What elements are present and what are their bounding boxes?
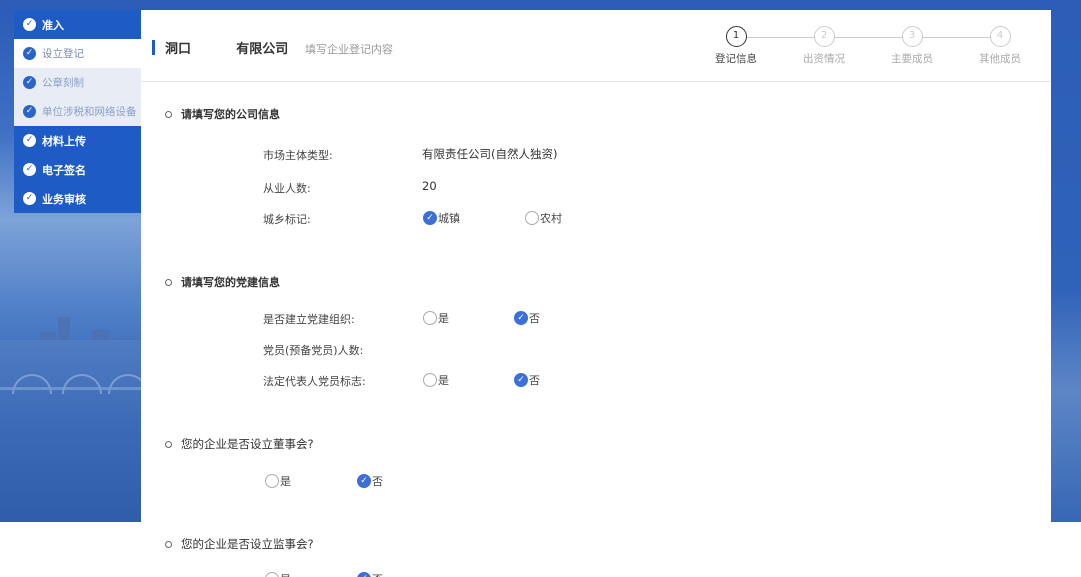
step-4[interactable]: 4 其他成员 xyxy=(965,26,1035,66)
sidebar-item-establish-registration[interactable]: ✓ 设立登记 xyxy=(14,39,141,68)
step-3[interactable]: 3 主要成员 xyxy=(877,26,947,66)
check-radio-icon: ✓ xyxy=(423,211,437,225)
rural-radio[interactable]: 农村 xyxy=(525,210,562,226)
radio-label: 是 xyxy=(280,475,291,488)
step-number: 3 xyxy=(901,26,923,47)
check-circle-icon: ✓ xyxy=(23,192,36,205)
check-radio-icon: ✓ xyxy=(357,474,371,488)
sidebar-item-seal-engraving[interactable]: ✓ 公章刻制 xyxy=(14,68,141,97)
radio-circle-icon xyxy=(525,211,539,225)
section-supervisory: 您的企业是否设立监事会? xyxy=(165,536,314,552)
sidebar-item-label: 单位涉税和网络设备 xyxy=(42,106,137,118)
radio-label: 否 xyxy=(529,374,540,387)
radio-label: 是 xyxy=(438,374,449,387)
party-org-yes-radio[interactable]: 是 xyxy=(423,310,449,326)
bullet-icon xyxy=(165,110,172,118)
board-no-radio[interactable]: ✓ 否 xyxy=(357,473,383,489)
radio-circle-icon xyxy=(423,311,437,325)
title-accent-bar xyxy=(152,40,155,55)
sidebar-item-e-signature[interactable]: ✓ 电子签名 xyxy=(14,155,141,184)
supervisory-question: 您的企业是否设立监事会? xyxy=(181,537,314,551)
radio-label: 是 xyxy=(280,571,291,577)
sidebar-item-upload-materials[interactable]: ✓ 材料上传 xyxy=(14,126,141,155)
check-circle-icon: ✓ xyxy=(23,105,36,118)
step-number: 2 xyxy=(813,26,835,47)
party-org-label: 是否建立党建组织: xyxy=(263,313,355,326)
section-board: 您的企业是否设立董事会? xyxy=(165,436,314,452)
urban-radio[interactable]: ✓ 城镇 xyxy=(423,210,460,226)
check-radio-icon: ✓ xyxy=(357,572,371,577)
party-org-no-radio[interactable]: ✓ 否 xyxy=(514,310,540,326)
radio-circle-icon xyxy=(265,572,279,577)
step-2[interactable]: 2 出资情况 xyxy=(789,26,859,66)
supervisory-no-radio[interactable]: ✓ 否 xyxy=(357,571,383,577)
check-circle-icon: ✓ xyxy=(23,134,36,147)
market-type-label: 市场主体类型: xyxy=(263,149,333,162)
sidebar-item-label: 公章刻制 xyxy=(42,77,84,89)
sidebar-item-label: 准入 xyxy=(42,18,64,32)
radio-label: 农村 xyxy=(540,212,562,225)
sidebar-item-label: 材料上传 xyxy=(42,134,86,148)
radio-label: 否 xyxy=(372,475,383,488)
step-1[interactable]: 1 登记信息 xyxy=(701,26,771,66)
check-radio-icon: ✓ xyxy=(514,373,528,387)
main-panel: 洞口 有限公司 填写企业登记内容 1 登记信息 2 出资情况 3 主要成员 4 … xyxy=(141,10,1051,577)
radio-circle-icon xyxy=(265,474,279,488)
sidebar-item-label: 业务审核 xyxy=(42,192,86,206)
section-company-info: 请填写您的公司信息 xyxy=(165,106,280,122)
check-circle-icon: ✓ xyxy=(23,76,36,89)
urban-rural-label: 城乡标记: xyxy=(263,213,311,226)
market-type-value: 有限责任公司(自然人独资) xyxy=(422,147,558,161)
radio-label: 否 xyxy=(372,571,383,577)
employees-label: 从业人数: xyxy=(263,182,311,195)
employees-value: 20 xyxy=(422,179,437,193)
legal-rep-yes-radio[interactable]: 是 xyxy=(423,372,449,388)
sidebar-item-business-review[interactable]: ✓ 业务审核 xyxy=(14,184,141,213)
radio-circle-icon xyxy=(423,373,437,387)
sidebar-item-label: 设立登记 xyxy=(42,48,84,60)
sidebar-item-tax-devices[interactable]: ✓ 单位涉税和网络设备 xyxy=(14,97,141,126)
legal-rep-party-label: 法定代表人党员标志: xyxy=(263,375,366,388)
check-radio-icon: ✓ xyxy=(514,311,528,325)
page-subtitle: 填写企业登记内容 xyxy=(305,43,393,56)
check-circle-icon: ✓ xyxy=(23,47,36,60)
radio-label: 否 xyxy=(529,312,540,325)
radio-label: 城镇 xyxy=(438,212,460,225)
sidebar-item-admission[interactable]: ✓ 准入 xyxy=(14,10,141,39)
step-progress: 1 登记信息 2 出资情况 3 主要成员 4 其他成员 xyxy=(701,26,1031,76)
step-number: 1 xyxy=(725,26,747,47)
sidebar: ✓ 准入 ✓ 设立登记 ✓ 公章刻制 ✓ 单位涉税和网络设备 ✓ 材料上传 ✓ … xyxy=(14,10,141,213)
section-party-info: 请填写您的党建信息 xyxy=(165,274,280,290)
board-question: 您的企业是否设立董事会? xyxy=(181,437,314,451)
step-label: 主要成员 xyxy=(891,53,933,65)
step-label: 登记信息 xyxy=(715,53,757,65)
board-yes-radio[interactable]: 是 xyxy=(265,473,291,489)
step-label: 其他成员 xyxy=(979,53,1021,65)
section-title: 请填写您的党建信息 xyxy=(181,276,280,289)
party-members-label: 党员(预备党员)人数: xyxy=(263,344,364,357)
check-circle-icon: ✓ xyxy=(23,163,36,176)
bullet-icon xyxy=(165,278,172,286)
legal-rep-no-radio[interactable]: ✓ 否 xyxy=(514,372,540,388)
radio-label: 是 xyxy=(438,312,449,325)
supervisory-yes-radio[interactable]: 是 xyxy=(265,571,291,577)
bullet-icon xyxy=(165,440,172,448)
step-number: 4 xyxy=(989,26,1011,47)
section-title: 请填写您的公司信息 xyxy=(181,108,280,121)
sidebar-item-label: 电子签名 xyxy=(42,163,86,177)
panel-header: 洞口 有限公司 填写企业登记内容 1 登记信息 2 出资情况 3 主要成员 4 … xyxy=(141,10,1051,82)
check-circle-icon: ✓ xyxy=(23,18,36,31)
step-label: 出资情况 xyxy=(803,53,845,65)
bullet-icon xyxy=(165,540,172,548)
background-right-edge xyxy=(1051,0,1081,522)
company-name: 洞口 有限公司 xyxy=(165,42,289,57)
